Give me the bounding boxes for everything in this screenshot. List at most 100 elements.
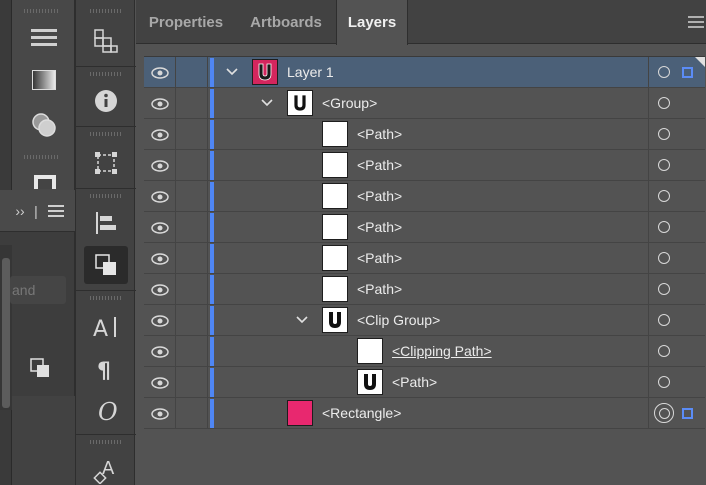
character-icon[interactable]: A — [84, 308, 128, 346]
lock-toggle[interactable] — [176, 150, 208, 181]
target-circle-icon[interactable] — [658, 345, 670, 357]
lock-toggle[interactable] — [176, 274, 208, 305]
stroke-menu-icon[interactable] — [28, 24, 60, 52]
arrange-icon[interactable] — [28, 356, 52, 380]
layer-name[interactable]: <Rectangle> — [322, 405, 401, 421]
layer-name[interactable]: <Clipping Path> — [392, 343, 492, 359]
info-icon[interactable] — [84, 82, 128, 120]
lock-toggle[interactable] — [176, 336, 208, 367]
lock-toggle[interactable] — [176, 119, 208, 150]
grip-handle[interactable] — [90, 132, 122, 136]
lock-toggle[interactable] — [176, 305, 208, 336]
appearance-icon[interactable] — [32, 172, 58, 190]
layer-row[interactable]: <Clip Group> — [144, 305, 705, 336]
grip-handle[interactable] — [90, 9, 122, 13]
artboards-panel-icon[interactable] — [84, 22, 128, 60]
panel-menu-icon[interactable] — [46, 200, 66, 222]
glyphs-icon[interactable]: A — [84, 450, 128, 485]
double-chevron-right-icon[interactable]: ›› — [12, 200, 28, 222]
layer-name[interactable]: <Path> — [357, 250, 402, 266]
path-thumbnail — [322, 183, 348, 209]
layer-name[interactable]: <Path> — [357, 219, 402, 235]
layer-row[interactable]: <Path> — [144, 367, 705, 398]
layer-row[interactable]: <Clipping Path> — [144, 336, 705, 367]
panel-menu-icon[interactable] — [688, 16, 704, 31]
selection-indicator[interactable] — [682, 67, 693, 78]
tab-properties[interactable]: Properties — [136, 0, 236, 44]
visibility-eye-icon[interactable] — [144, 119, 176, 150]
paragraph-icon[interactable]: ¶ — [84, 350, 128, 388]
visibility-eye-icon[interactable] — [144, 367, 176, 398]
pathfinder-icon[interactable] — [84, 246, 128, 284]
layer-row[interactable]: Layer 1 — [144, 57, 705, 88]
layer-name[interactable]: <Path> — [357, 157, 402, 173]
opentype-icon[interactable]: O — [84, 392, 128, 430]
target-circle-icon[interactable] — [658, 314, 670, 326]
lock-toggle[interactable] — [176, 398, 208, 429]
target-circle-icon[interactable] — [658, 190, 670, 202]
visibility-eye-icon[interactable] — [144, 336, 176, 367]
layer-name[interactable]: <Path> — [392, 374, 437, 390]
visibility-eye-icon[interactable] — [144, 274, 176, 305]
lock-toggle[interactable] — [176, 88, 208, 119]
layer-row[interactable]: <Path> — [144, 243, 705, 274]
chevron-down-icon[interactable] — [295, 313, 309, 327]
left-panel-field[interactable]: and — [10, 276, 66, 304]
layer-row[interactable]: <Path> — [144, 119, 705, 150]
target-circle-icon[interactable] — [658, 283, 670, 295]
layer-row[interactable]: <Rectangle> — [144, 398, 705, 429]
transform-icon[interactable] — [84, 144, 128, 182]
grip-handle[interactable] — [24, 155, 60, 159]
layer-color-bar — [210, 306, 214, 335]
target-circle-icon[interactable] — [658, 97, 670, 109]
layer-row[interactable]: <Path> — [144, 181, 705, 212]
layer-row[interactable]: <Path> — [144, 212, 705, 243]
align-icon[interactable] — [84, 204, 128, 242]
target-circle-icon[interactable] — [658, 159, 670, 171]
grip-handle[interactable] — [90, 72, 122, 76]
grip-handle[interactable] — [24, 9, 60, 13]
visibility-eye-icon[interactable] — [144, 212, 176, 243]
grip-handle[interactable] — [90, 194, 122, 198]
visibility-eye-icon[interactable] — [144, 57, 176, 88]
layer-name[interactable]: <Path> — [357, 188, 402, 204]
layer-row[interactable]: <Group> — [144, 88, 705, 119]
lock-toggle[interactable] — [176, 243, 208, 274]
visibility-eye-icon[interactable] — [144, 243, 176, 274]
target-circle-icon[interactable] — [658, 376, 670, 388]
layer-row[interactable]: <Path> — [144, 274, 705, 305]
lock-toggle[interactable] — [176, 181, 208, 212]
chevron-down-icon[interactable] — [260, 96, 274, 110]
layer-color-bar — [210, 182, 214, 211]
layer-name[interactable]: Layer 1 — [287, 64, 334, 80]
lock-toggle[interactable] — [176, 212, 208, 243]
layer-name[interactable]: <Path> — [357, 126, 402, 142]
visibility-eye-icon[interactable] — [144, 88, 176, 119]
visibility-eye-icon[interactable] — [144, 181, 176, 212]
target-circle-icon[interactable] — [658, 221, 670, 233]
tab-artboards[interactable]: Artboards — [236, 0, 336, 44]
layer-row[interactable]: <Path> — [144, 150, 705, 181]
target-circle-icon[interactable] — [658, 128, 670, 140]
lock-toggle[interactable] — [176, 367, 208, 398]
grip-handle[interactable] — [90, 296, 122, 300]
transparency-icon[interactable] — [30, 110, 58, 140]
target-circle-icon[interactable] — [658, 252, 670, 264]
visibility-eye-icon[interactable] — [144, 398, 176, 429]
left-scrollbar-thumb[interactable] — [2, 258, 10, 408]
target-circle-icon[interactable] — [658, 66, 670, 78]
visibility-eye-icon[interactable] — [144, 305, 176, 336]
target-double-circle-icon[interactable] — [654, 403, 674, 423]
chevron-down-icon[interactable] — [225, 65, 239, 79]
tab-layers[interactable]: Layers — [336, 0, 408, 45]
layer-name[interactable]: <Clip Group> — [357, 312, 440, 328]
horseshoe-thumbnail — [322, 307, 348, 333]
gradient-icon[interactable] — [30, 66, 58, 94]
layer-color-bar — [210, 337, 214, 366]
layer-name[interactable]: <Path> — [357, 281, 402, 297]
lock-toggle[interactable] — [176, 57, 208, 88]
layer-name[interactable]: <Group> — [322, 95, 377, 111]
grip-handle[interactable] — [90, 440, 122, 444]
visibility-eye-icon[interactable] — [144, 150, 176, 181]
selection-indicator[interactable] — [682, 408, 693, 419]
